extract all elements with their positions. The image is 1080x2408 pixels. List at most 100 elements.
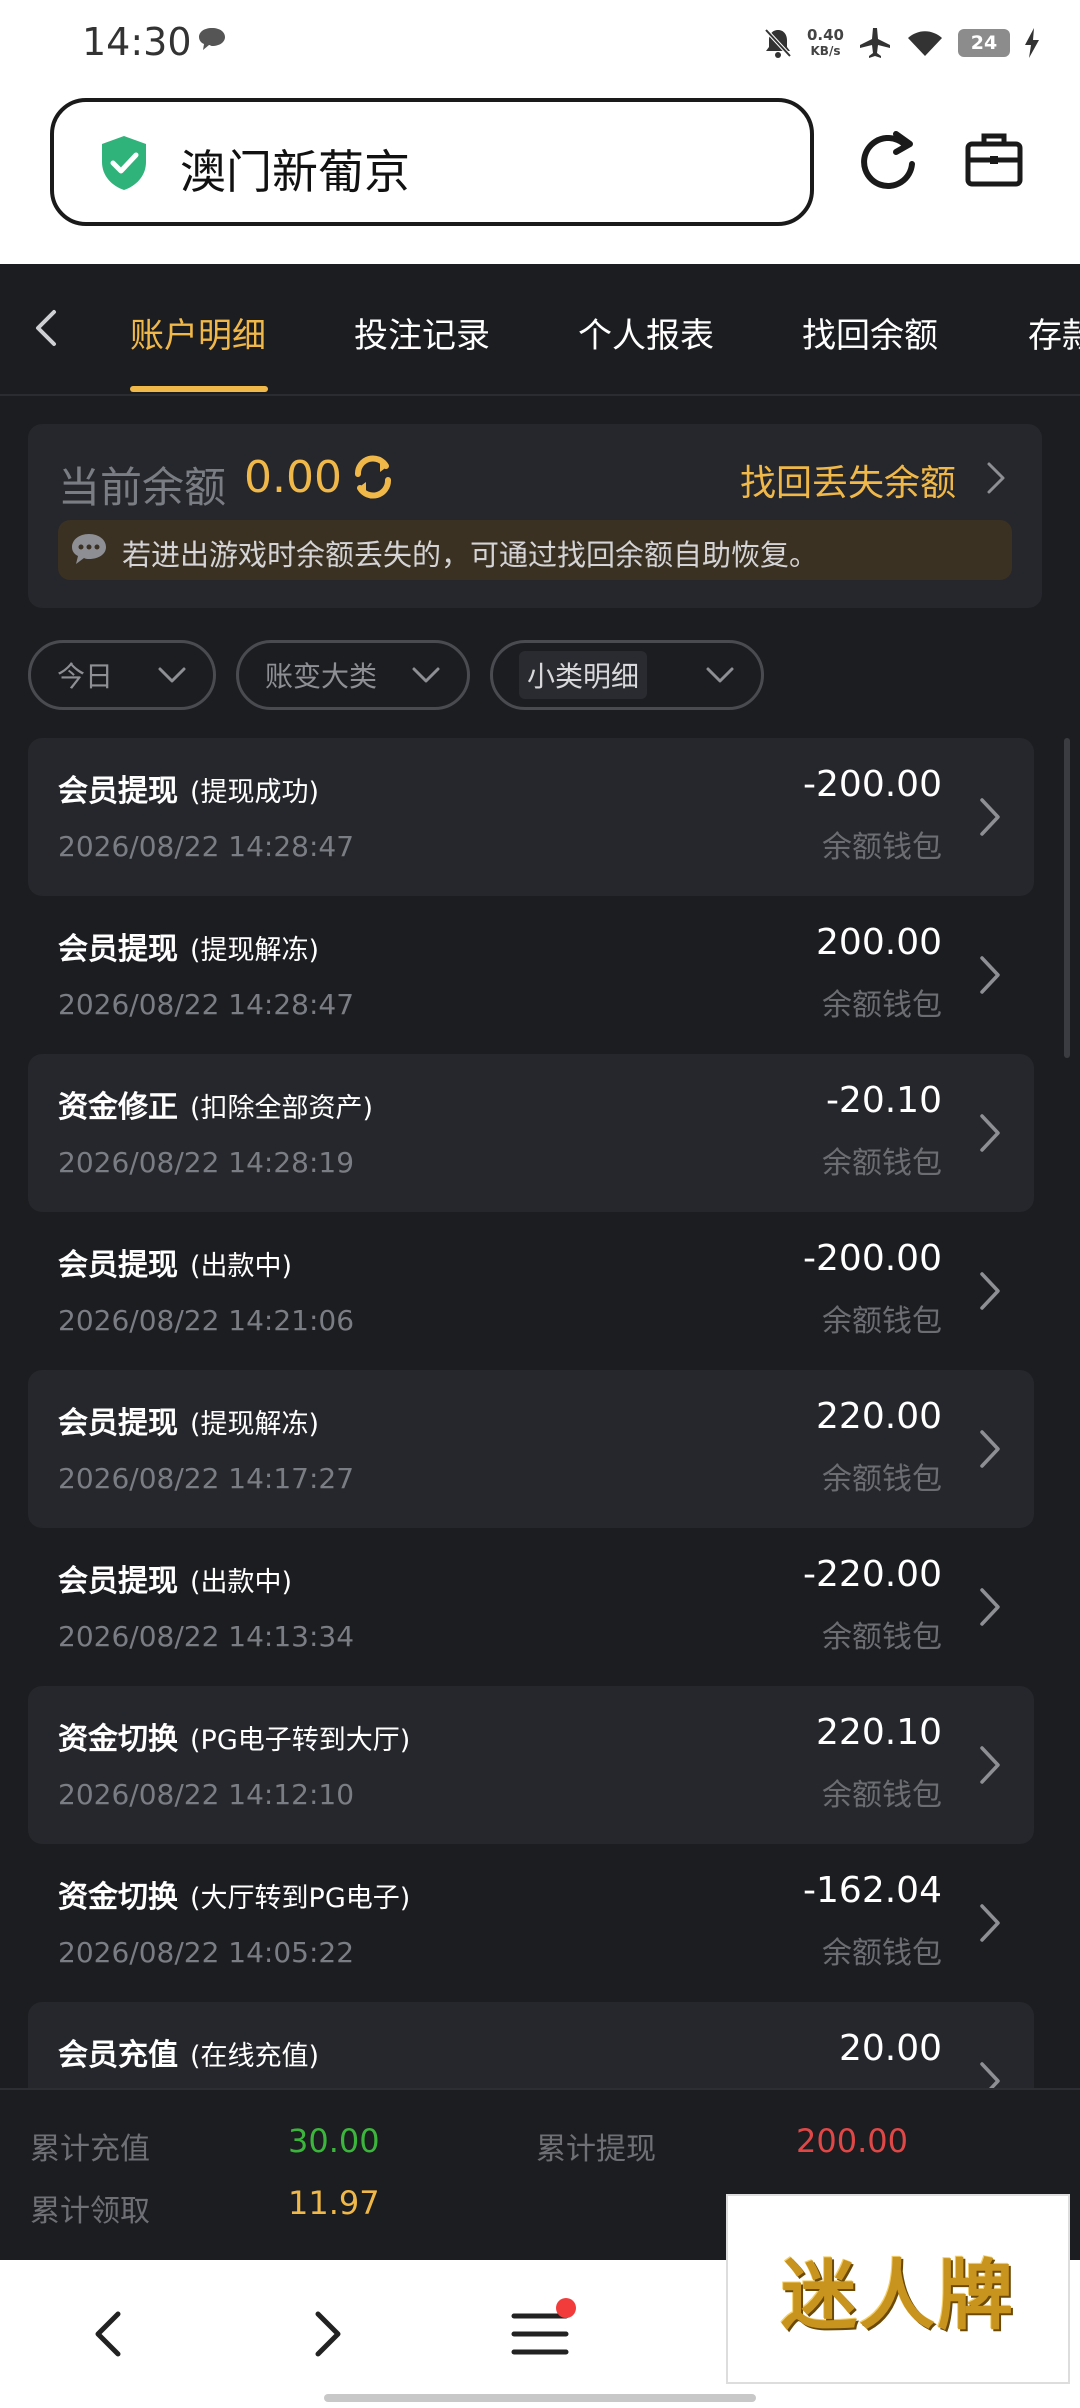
- reload-icon[interactable]: [856, 128, 920, 192]
- category-filter-label: 账变大类: [265, 660, 378, 693]
- record-row[interactable]: 资金修正 (扣除全部资产) 2026/08/22 14:28:19 -20.10…: [28, 1054, 1034, 1212]
- balance-value: 0.00: [244, 452, 342, 503]
- tab-account-details[interactable]: 账户明细: [130, 308, 266, 357]
- chevron-right-icon: [980, 1904, 1000, 1942]
- record-wallet: 余额钱包: [822, 988, 942, 1023]
- balance-label: 当前余额: [58, 463, 227, 512]
- record-amount: -20.10: [825, 1080, 942, 1121]
- record-amount: 20.00: [838, 2028, 942, 2069]
- record-row[interactable]: 资金切换 (PG电子转到大厅) 2026/08/22 14:12:10 220.…: [28, 1686, 1034, 1844]
- record-subtype: (出款中): [190, 1251, 293, 1282]
- recover-lost-balance-link[interactable]: 找回丢失余额: [740, 454, 956, 506]
- airplane-icon: [860, 28, 890, 58]
- chevron-right-icon: [980, 1114, 1000, 1152]
- record-row[interactable]: 会员提现 (提现解冻) 2026/08/22 14:17:27 220.00 余…: [28, 1370, 1034, 1528]
- battery-indicator: 24: [958, 29, 1010, 57]
- total-withdraw-value: 200.00: [796, 2122, 908, 2160]
- refresh-balance-icon[interactable]: [350, 454, 396, 500]
- record-time: 2026/08/22 14:12:10: [58, 1778, 355, 1811]
- record-wallet: 余额钱包: [822, 1462, 942, 1497]
- chevron-right-icon: [980, 1746, 1000, 1784]
- list-scrollbar[interactable]: [1064, 738, 1070, 1058]
- record-title: 会员提现: [58, 1406, 178, 1441]
- status-time: 14:30: [82, 20, 192, 64]
- record-row[interactable]: 会员提现 (提现解冻) 2026/08/22 14:28:47 200.00 余…: [28, 896, 1034, 1054]
- record-wallet: 余额钱包: [822, 830, 942, 865]
- record-time: 2026/08/22 14:05:22: [58, 1936, 355, 1969]
- briefcase-icon[interactable]: [962, 128, 1026, 192]
- status-bar: 14:30 0.40 KB/s 24: [0, 0, 1080, 86]
- tip-bar: 若进出游戏时余额丢失的，可通过找回余额自助恢复。: [58, 520, 1012, 580]
- record-title: 会员提现: [58, 932, 178, 967]
- chevron-right-icon: [980, 798, 1000, 836]
- chevron-right-icon: [980, 1272, 1000, 1310]
- tab-bar: 账户明细 投注记录 个人报表 找回余额 存款: [0, 264, 1080, 396]
- tab-bet-records[interactable]: 投注记录: [354, 308, 490, 357]
- record-subtype: (扣除全部资产): [190, 1093, 374, 1124]
- active-tab-underline: [130, 386, 268, 392]
- back-chevron-icon[interactable]: [26, 304, 66, 352]
- record-subtype: (提现解冻): [190, 1409, 320, 1440]
- home-indicator[interactable]: [324, 2394, 756, 2402]
- watermark-text: 迷人牌: [781, 2251, 1015, 2340]
- chat-bubble-icon: [72, 534, 106, 564]
- record-amount: 220.00: [816, 1396, 942, 1437]
- category-filter-dropdown[interactable]: 账变大类: [236, 640, 470, 710]
- record-time: 2026/08/22 14:28:47: [58, 830, 355, 863]
- record-wallet: 余额钱包: [822, 1620, 942, 1655]
- record-time: 2026/08/22 14:13:34: [58, 1620, 355, 1653]
- date-filter-dropdown[interactable]: 今日: [28, 640, 216, 710]
- record-amount: -200.00: [803, 764, 942, 805]
- back-icon[interactable]: [88, 2306, 128, 2362]
- mute-bell-icon: [764, 28, 792, 58]
- tab-recover-balance[interactable]: 找回余额: [802, 308, 938, 357]
- record-time: 2026/08/22 14:28:47: [58, 988, 355, 1021]
- record-row[interactable]: 会员提现 (出款中) 2026/08/22 14:21:06 -200.00 余…: [28, 1212, 1034, 1370]
- subcategory-filter-label: 小类明细: [519, 651, 648, 699]
- record-row[interactable]: 资金切换 (大厅转到PG电子) 2026/08/22 14:05:22 -162…: [28, 1844, 1034, 2002]
- record-wallet: 余额钱包: [822, 1778, 942, 1813]
- browser-address-bar: 澳门新葡京: [0, 86, 1080, 264]
- record-time: 2026/08/22 14:21:06: [58, 1304, 355, 1337]
- records-list: 会员提现 (提现成功) 2026/08/22 14:28:47 -200.00 …: [28, 738, 1038, 2088]
- total-recharge-value: 30.00: [288, 2122, 380, 2160]
- forward-icon[interactable]: [308, 2306, 348, 2362]
- tab-deposit[interactable]: 存款: [1028, 308, 1080, 357]
- chevron-right-icon[interactable]: [984, 458, 1008, 498]
- chevron-right-icon: [980, 2062, 1000, 2088]
- record-amount: -200.00: [803, 1238, 942, 1279]
- record-title: 资金切换: [58, 1722, 178, 1757]
- total-withdraw-label: 累计提现: [536, 2132, 656, 2167]
- record-subtype: (大厅转到PG电子): [190, 1883, 411, 1914]
- record-subtype: (在线充值): [190, 2041, 320, 2072]
- record-title: 会员充值: [58, 2038, 178, 2073]
- wifi-icon: [908, 31, 942, 56]
- record-row[interactable]: 会员提现 (出款中) 2026/08/22 14:13:34 -220.00 余…: [28, 1528, 1034, 1686]
- record-wallet: 余额钱包: [822, 1936, 942, 1971]
- record-row[interactable]: 会员提现 (提现成功) 2026/08/22 14:28:47 -200.00 …: [28, 738, 1034, 896]
- chevron-down-icon: [412, 667, 440, 683]
- subcategory-filter-dropdown[interactable]: 小类明细: [490, 640, 764, 710]
- notification-dot: [556, 2298, 576, 2318]
- record-subtype: (PG电子转到大厅): [190, 1725, 411, 1756]
- chevron-right-icon: [980, 956, 1000, 994]
- chevron-right-icon: [980, 1588, 1000, 1626]
- record-time: 2026/08/22 14:28:19: [58, 1146, 355, 1179]
- record-amount: -220.00: [803, 1554, 942, 1595]
- message-icon: [199, 28, 225, 50]
- shield-check-icon: [102, 136, 146, 190]
- date-filter-label: 今日: [57, 660, 114, 693]
- net-speed: 0.40 KB/s: [806, 26, 844, 58]
- record-time: 2026/08/22 14:17:27: [58, 1462, 355, 1495]
- total-claim-label: 累计领取: [30, 2194, 150, 2229]
- tab-personal-report[interactable]: 个人报表: [578, 308, 714, 357]
- charging-bolt-icon: [1025, 28, 1039, 58]
- watermark-logo: 迷人牌: [726, 2194, 1070, 2384]
- record-amount: -162.04: [803, 1870, 942, 1911]
- chevron-down-icon: [706, 667, 734, 683]
- url-box[interactable]: 澳门新葡京: [50, 98, 814, 226]
- record-row[interactable]: 会员充值 (在线充值) 20.00: [28, 2002, 1034, 2088]
- total-claim-value: 11.97: [288, 2184, 380, 2222]
- record-wallet: 余额钱包: [822, 1146, 942, 1181]
- record-wallet: 余额钱包: [822, 1304, 942, 1339]
